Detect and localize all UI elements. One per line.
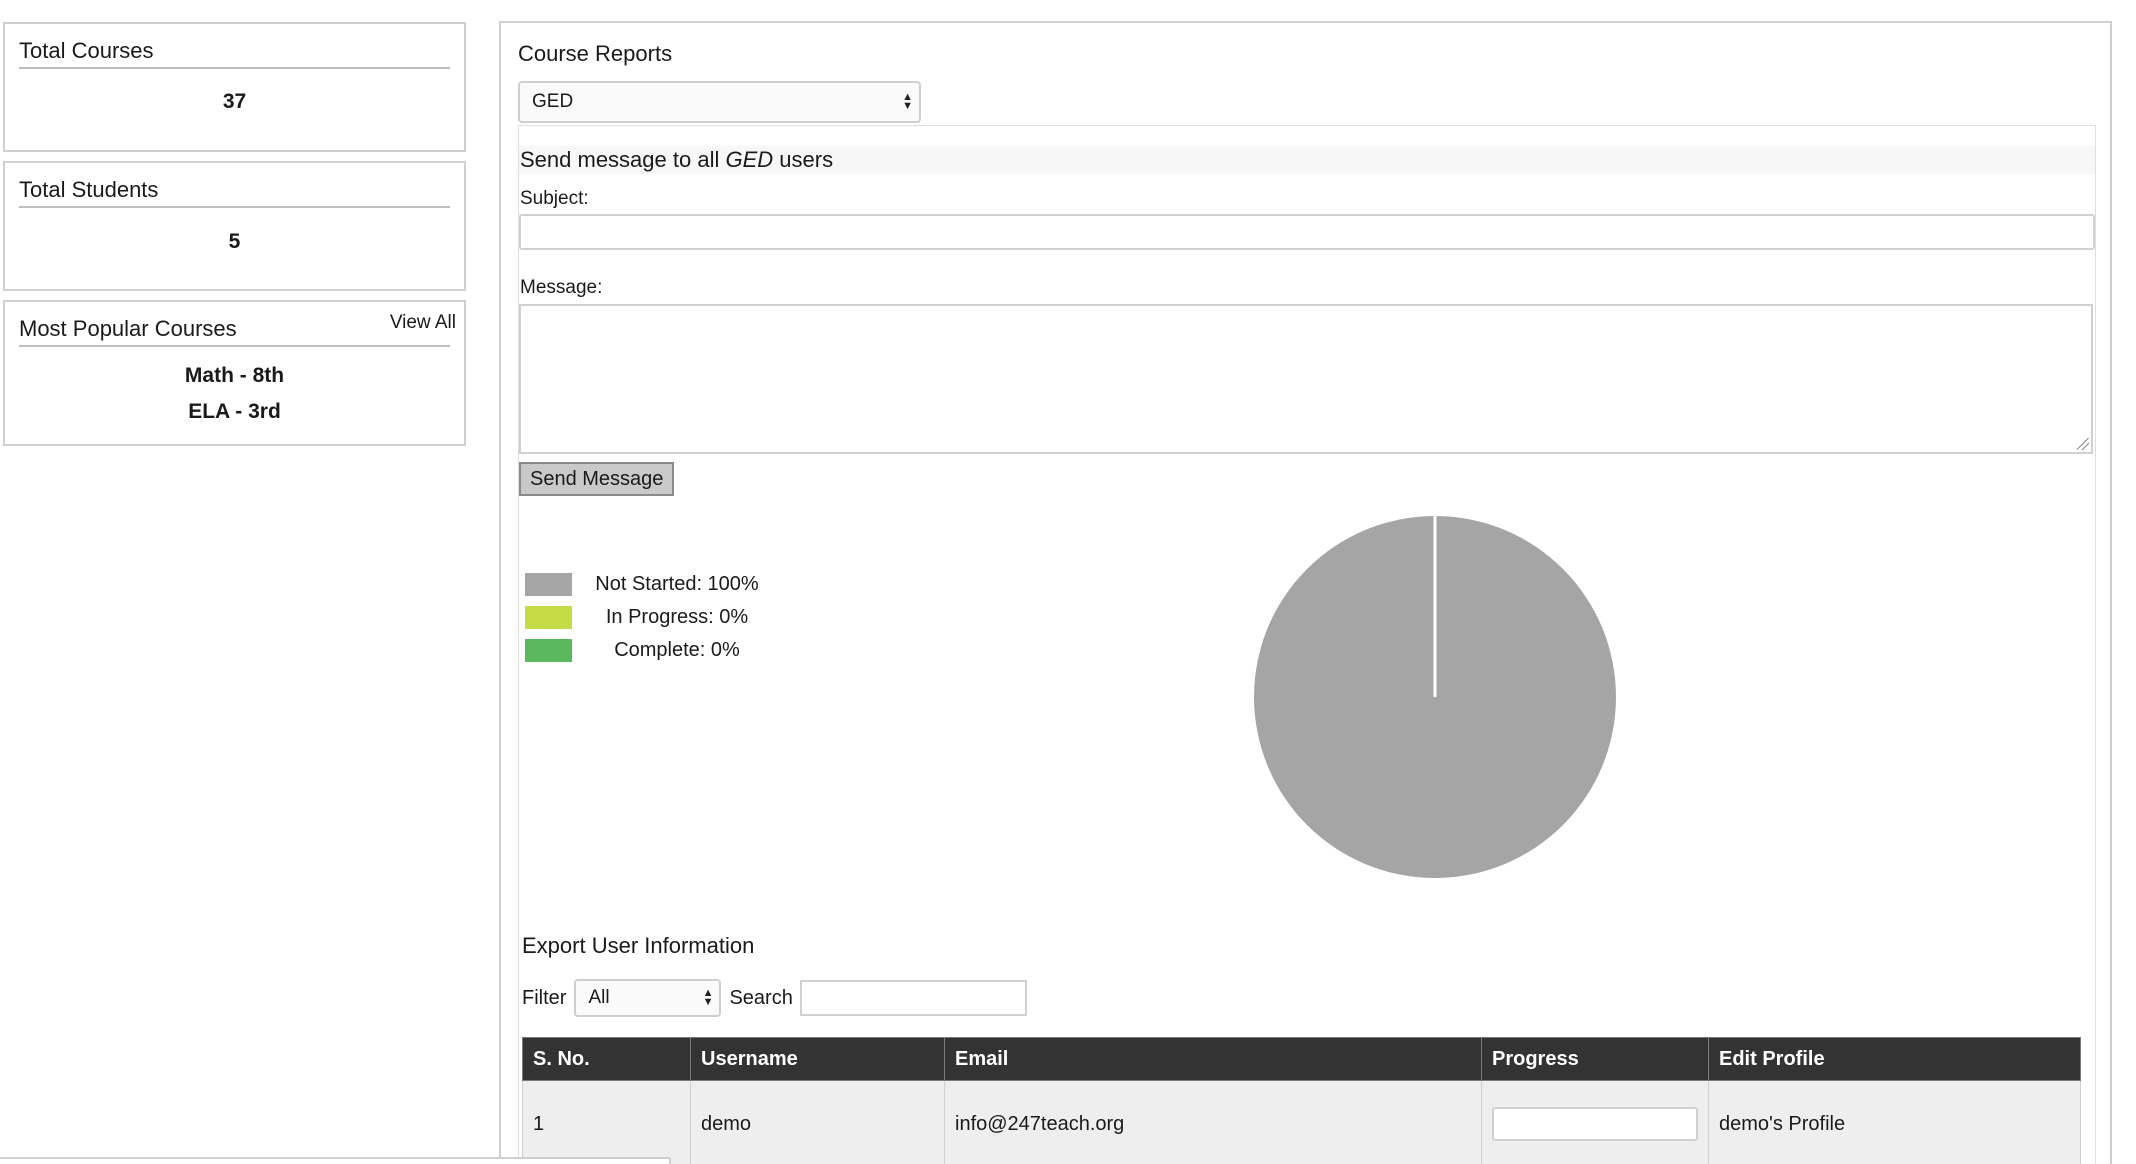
filter-label: Filter <box>522 986 567 1009</box>
legend-item: Not Started: 100% <box>525 568 782 601</box>
total-students-title: Total Students <box>19 177 450 208</box>
popular-courses-title: Most Popular Courses <box>19 316 450 347</box>
legend-swatch <box>525 606 572 629</box>
course-select-value: GED <box>532 91 574 112</box>
filter-row: Filter All ▲ ▼ Search <box>522 978 1027 1018</box>
total-students-value: 5 <box>228 230 241 253</box>
export-title: Export User Information <box>522 933 755 958</box>
message-heading-prefix: Send message to all <box>520 147 726 172</box>
course-report-body: Send message to all GED users Subject: M… <box>518 125 2096 1164</box>
column-header: Edit Profile <box>1708 1037 2081 1081</box>
progress-legend: Not Started: 100% In Progress: 0% Comple… <box>525 568 782 667</box>
bottom-overlay <box>0 1157 671 1164</box>
total-courses-value: 37 <box>222 90 247 113</box>
search-input[interactable] <box>799 980 1027 1016</box>
table-header-row: S. No. Username Email Progress Edit Prof… <box>522 1037 2081 1081</box>
message-label: Message: <box>520 277 603 298</box>
message-heading-suffix: users <box>773 147 834 172</box>
row-sno: 1 <box>522 1080 691 1164</box>
search-label: Search <box>729 986 793 1009</box>
resize-grip-icon[interactable] <box>2077 438 2089 450</box>
column-header: Username <box>690 1037 945 1081</box>
row-email: info@247teach.org <box>944 1080 1482 1164</box>
table-row: 1 demo info@247teach.org demo's Profile <box>522 1080 2081 1164</box>
legend-label: Complete: 0% <box>614 639 740 661</box>
row-edit-profile[interactable]: demo's Profile <box>1708 1080 2081 1164</box>
total-students-card: Total Students 5 <box>3 161 466 291</box>
total-courses-title: Total Courses <box>19 38 450 69</box>
subject-label: Subject: <box>520 188 589 209</box>
total-courses-card: Total Courses 37 <box>3 22 466 152</box>
legend-swatch <box>525 639 572 662</box>
filter-select-value: All <box>588 987 610 1008</box>
filter-select[interactable]: All ▲ ▼ <box>574 979 722 1017</box>
row-progress <box>1481 1080 1709 1164</box>
row-username: demo <box>690 1080 945 1164</box>
progress-input[interactable] <box>1492 1107 1698 1141</box>
legend-swatch <box>525 573 572 596</box>
course-select[interactable]: GED ▲ ▼ <box>518 81 921 123</box>
column-header: Progress <box>1481 1037 1709 1081</box>
users-table: S. No. Username Email Progress Edit Prof… <box>522 1037 2081 1164</box>
course-reports-panel: Course Reports GED ▲ ▼ Send message to al… <box>499 21 2112 1164</box>
popular-course-item[interactable]: ELA - 3rd <box>5 400 464 424</box>
message-textarea[interactable] <box>519 304 2093 454</box>
column-header: Email <box>944 1037 1482 1081</box>
popular-course-item[interactable]: Math - 8th <box>5 364 464 388</box>
legend-item: Complete: 0% <box>525 634 782 667</box>
message-heading-course: GED <box>725 147 774 172</box>
legend-label: In Progress: 0% <box>605 606 749 628</box>
legend-label: Not Started: 100% <box>595 573 759 595</box>
view-all-link[interactable]: View All <box>390 312 456 334</box>
column-header: S. No. <box>522 1037 691 1081</box>
course-reports-title: Course Reports <box>518 41 673 66</box>
legend-item: In Progress: 0% <box>525 601 782 634</box>
dashboard: Total Courses 37 Total Students 5 Most P… <box>0 0 2136 1164</box>
select-arrows-icon: ▲ ▼ <box>902 91 913 112</box>
popular-courses-card: Most Popular Courses View All Math - 8th… <box>3 300 466 446</box>
subject-input[interactable] <box>519 214 2095 250</box>
send-message-button[interactable]: Send Message <box>519 462 675 496</box>
progress-pie-chart <box>1254 516 1616 878</box>
select-arrows-icon: ▲ ▼ <box>702 987 714 1008</box>
message-heading: Send message to all GED users <box>519 146 2095 174</box>
